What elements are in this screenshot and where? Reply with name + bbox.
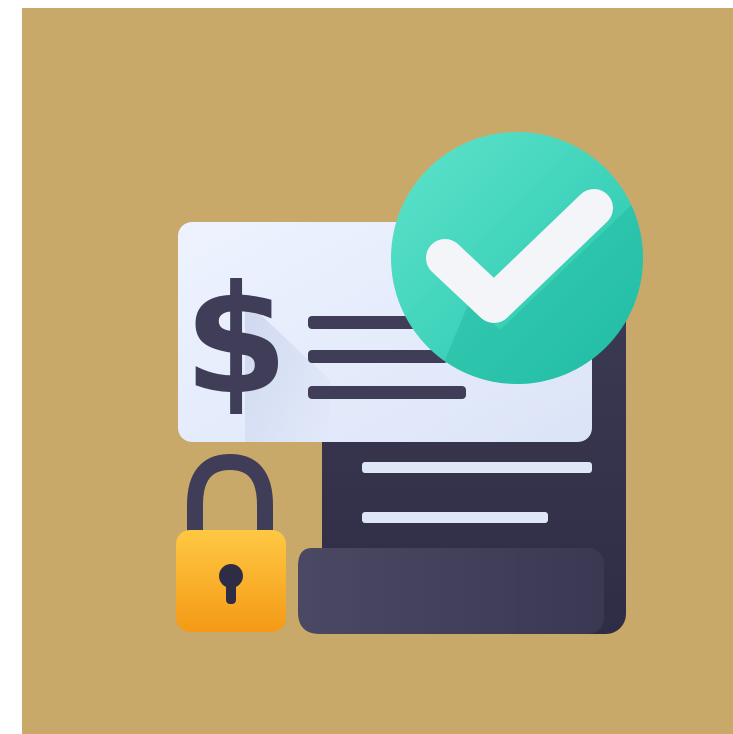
secure-payment-illustration: $ bbox=[176, 132, 643, 634]
keyhole bbox=[226, 580, 236, 604]
document-roll bbox=[298, 548, 604, 634]
dollar-sign-icon: $ bbox=[184, 254, 288, 428]
card-line-3 bbox=[308, 386, 466, 399]
padlock-icon bbox=[176, 453, 286, 632]
card-line-2 bbox=[308, 350, 448, 363]
